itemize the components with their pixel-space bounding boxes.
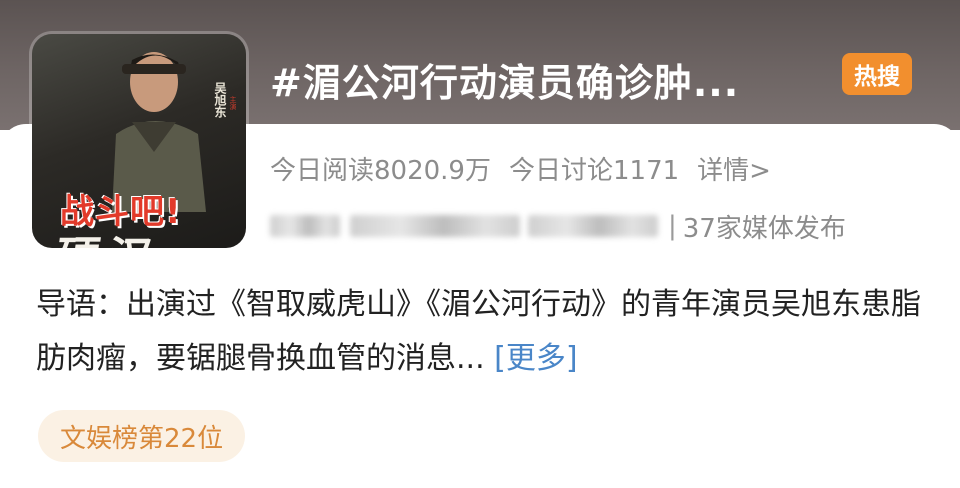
media-count[interactable]: 37家媒体发布 xyxy=(683,208,846,245)
topic-title[interactable]: #湄公河行动演员确诊肿... xyxy=(270,52,739,107)
topic-cover-image[interactable]: 吴旭东 主演 战斗吧! 硬汉 xyxy=(32,34,246,248)
cover-title-white: 硬汉 xyxy=(52,222,165,248)
blurred-source-name xyxy=(270,215,340,237)
blurred-source-name xyxy=(350,215,520,237)
hot-search-badge: 热搜 xyxy=(842,53,912,95)
cover-role-text: 主演 xyxy=(229,96,237,110)
discussion-count: 今日讨论1171 xyxy=(508,156,680,186)
source-separator: | xyxy=(668,211,677,241)
media-sources: | 37家媒体发布 xyxy=(270,208,846,244)
cover-actor-name: 吴旭东 xyxy=(213,82,227,118)
rank-tag[interactable]: 文娱榜第22位 xyxy=(38,410,246,462)
detail-link[interactable]: 详情> xyxy=(697,150,771,187)
more-link[interactable]: [更多] xyxy=(494,341,577,376)
blurred-source-name xyxy=(528,215,658,237)
topic-intro: 导语：出演过《智取威虎山》《湄公河行动》的青年演员吴旭东患脂肪肉瘤，要锯腿骨换血… xyxy=(36,278,936,386)
read-count: 今日阅读8020.9万 xyxy=(270,156,491,186)
topic-stats: 今日阅读8020.9万 今日讨论1171 详情> xyxy=(270,150,771,187)
intro-text: 导语：出演过《智取威虎山》《湄公河行动》的青年演员吴旭东患脂肪肉瘤，要锯腿骨换血… xyxy=(36,287,921,376)
